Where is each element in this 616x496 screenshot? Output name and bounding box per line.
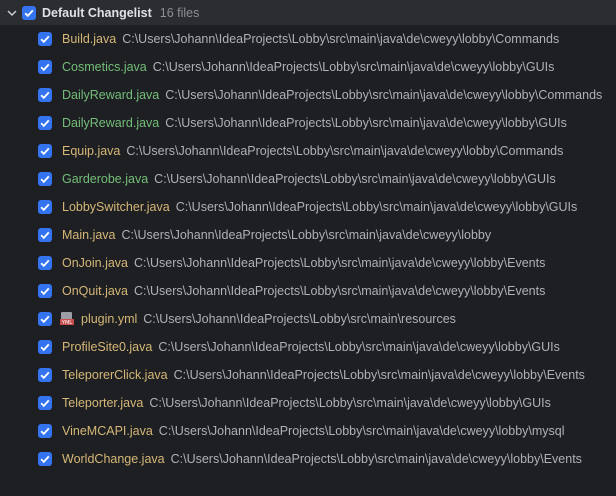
chevron-down-icon[interactable] [4,5,20,21]
file-row[interactable]: TeleporerClick.java C:\Users\Johann\IdeaP… [0,361,616,389]
file-name: OnJoin.java [62,256,129,270]
file-count: 16 files [159,5,200,20]
changelist-checkbox[interactable] [22,5,36,20]
file-row[interactable]: Garderobe.java C:\Users\Johann\IdeaProjec… [0,165,616,193]
file-row[interactable]: Cosmetics.java C:\Users\Johann\IdeaProjec… [0,53,616,81]
file-path: C:\Users\Johann\IdeaProjects\Lobby\src\m… [154,172,556,186]
file-checkbox[interactable] [38,32,52,46]
file-path: C:\Users\Johann\IdeaProjects\Lobby\src\m… [173,368,585,382]
file-row[interactable]: WorldChange.java C:\Users\Johann\IdeaProj… [0,445,616,473]
file-path: C:\Users\Johann\IdeaProjects\Lobby\src\m… [165,88,603,102]
file-checkbox[interactable] [38,284,52,298]
file-name: ProfileSite0.java [62,340,153,354]
file-name: WorldChange.java [62,452,165,466]
file-row[interactable]: LobbySwitcher.java C:\Users\Johann\IdeaPr… [0,193,616,221]
file-path: C:\Users\Johann\IdeaProjects\Lobby\src\m… [158,340,560,354]
file-path: C:\Users\Johann\IdeaProjects\Lobby\src\m… [175,200,578,214]
yml-file-icon: YML [59,311,75,327]
file-row[interactable]: VineMCAPI.java C:\Users\Johann\IdeaProjec… [0,417,616,445]
file-row[interactable]: OnJoin.java C:\Users\Johann\IdeaProjects\… [0,249,616,277]
file-checkbox[interactable] [38,88,52,102]
file-path: C:\Users\Johann\IdeaProjects\Lobby\src\m… [134,284,546,298]
file-path: C:\Users\Johann\IdeaProjects\Lobby\src\m… [149,396,551,410]
file-path: C:\Users\Johann\IdeaProjects\Lobby\src\m… [143,312,456,326]
file-checkbox[interactable] [38,340,52,354]
file-checkbox[interactable] [38,452,52,466]
file-row[interactable]: OnQuit.java C:\Users\Johann\IdeaProjects\… [0,277,616,305]
svg-text:YML: YML [61,320,72,326]
file-checkbox[interactable] [38,312,52,326]
file-row[interactable]: ProfileSite0.java C:\Users\Johann\IdeaPro… [0,333,616,361]
file-name: Build.java [62,32,117,46]
file-row[interactable]: DailyReward.java C:\Users\Johann\IdeaProj… [0,81,616,109]
changelist-title: Default Changelist [42,5,152,20]
file-name: Equip.java [62,144,121,158]
file-row[interactable]: Teleporter.java C:\Users\Johann\IdeaProje… [0,389,616,417]
file-row[interactable]: YML plugin.yml C:\Users\Johann\IdeaProject… [0,305,616,333]
file-checkbox[interactable] [38,200,52,214]
file-path: C:\Users\Johann\IdeaProjects\Lobby\src\m… [121,228,492,242]
file-checkbox[interactable] [38,60,52,74]
file-path: C:\Users\Johann\IdeaProjects\Lobby\src\m… [158,424,565,438]
file-checkbox[interactable] [38,368,52,382]
file-checkbox[interactable] [38,228,52,242]
file-path: C:\Users\Johann\IdeaProjects\Lobby\src\m… [122,32,560,46]
file-row[interactable]: Main.java C:\Users\Johann\IdeaProjects\Lo… [0,221,616,249]
file-checkbox[interactable] [38,424,52,438]
file-name: DailyReward.java [62,88,160,102]
file-name: DailyReward.java [62,116,160,130]
file-path: C:\Users\Johann\IdeaProjects\Lobby\src\m… [126,144,564,158]
changelist-panel: Default Changelist 16 files Build.java C:… [0,0,616,496]
file-name: Main.java [62,228,116,242]
file-row[interactable]: Build.java C:\Users\Johann\IdeaProjects\L… [0,25,616,53]
file-name: TeleporerClick.java [62,368,168,382]
file-checkbox[interactable] [38,116,52,130]
file-checkbox[interactable] [38,144,52,158]
file-name: LobbySwitcher.java [62,200,170,214]
file-name: OnQuit.java [62,284,129,298]
file-checkbox[interactable] [38,396,52,410]
file-path: C:\Users\Johann\IdeaProjects\Lobby\src\m… [170,452,582,466]
file-checkbox[interactable] [38,172,52,186]
file-name: Garderobe.java [62,172,149,186]
file-path: C:\Users\Johann\IdeaProjects\Lobby\src\m… [165,116,567,130]
file-name: Cosmetics.java [62,60,147,74]
file-row[interactable]: DailyReward.java C:\Users\Johann\IdeaProj… [0,109,616,137]
file-checkbox[interactable] [38,256,52,270]
file-row[interactable]: Equip.java C:\Users\Johann\IdeaProjects\L… [0,137,616,165]
changelist-header[interactable]: Default Changelist 16 files [0,0,616,25]
file-name: plugin.yml [81,312,138,326]
file-name: VineMCAPI.java [62,424,153,438]
file-name: Teleporter.java [62,396,144,410]
file-path: C:\Users\Johann\IdeaProjects\Lobby\src\m… [152,60,555,74]
file-path: C:\Users\Johann\IdeaProjects\Lobby\src\m… [134,256,546,270]
